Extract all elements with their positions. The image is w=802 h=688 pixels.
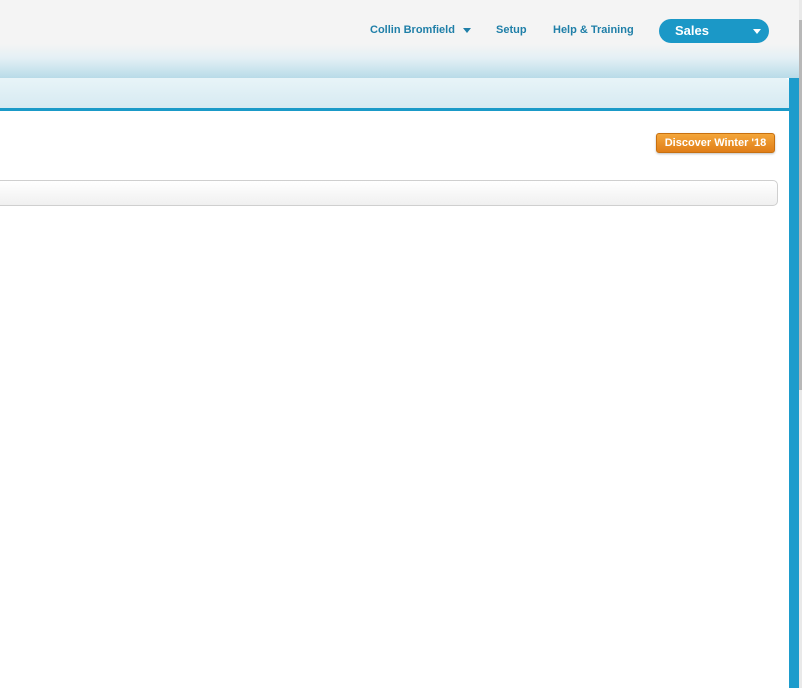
tab-bar bbox=[0, 78, 789, 111]
app-switcher-label: Sales bbox=[675, 23, 709, 38]
chevron-down-icon bbox=[753, 29, 761, 34]
help-training-link[interactable]: Help & Training bbox=[553, 24, 634, 36]
global-header: Collin Bromfield Setup Help & Training S… bbox=[0, 0, 802, 78]
discover-release-button[interactable]: Discover Winter '18 bbox=[656, 133, 775, 153]
chevron-down-icon bbox=[462, 27, 471, 33]
setup-link[interactable]: Setup bbox=[496, 24, 527, 36]
user-name: Collin Bromfield bbox=[370, 24, 455, 36]
user-menu[interactable]: Collin Bromfield bbox=[370, 24, 471, 36]
page-border-stripe bbox=[789, 78, 799, 688]
main-content: Discover Winter '18 bbox=[0, 111, 789, 688]
header-nav: Collin Bromfield Setup Help & Training S… bbox=[0, 19, 802, 44]
content-toolbar bbox=[0, 180, 778, 206]
app-switcher[interactable]: Sales bbox=[659, 19, 769, 43]
